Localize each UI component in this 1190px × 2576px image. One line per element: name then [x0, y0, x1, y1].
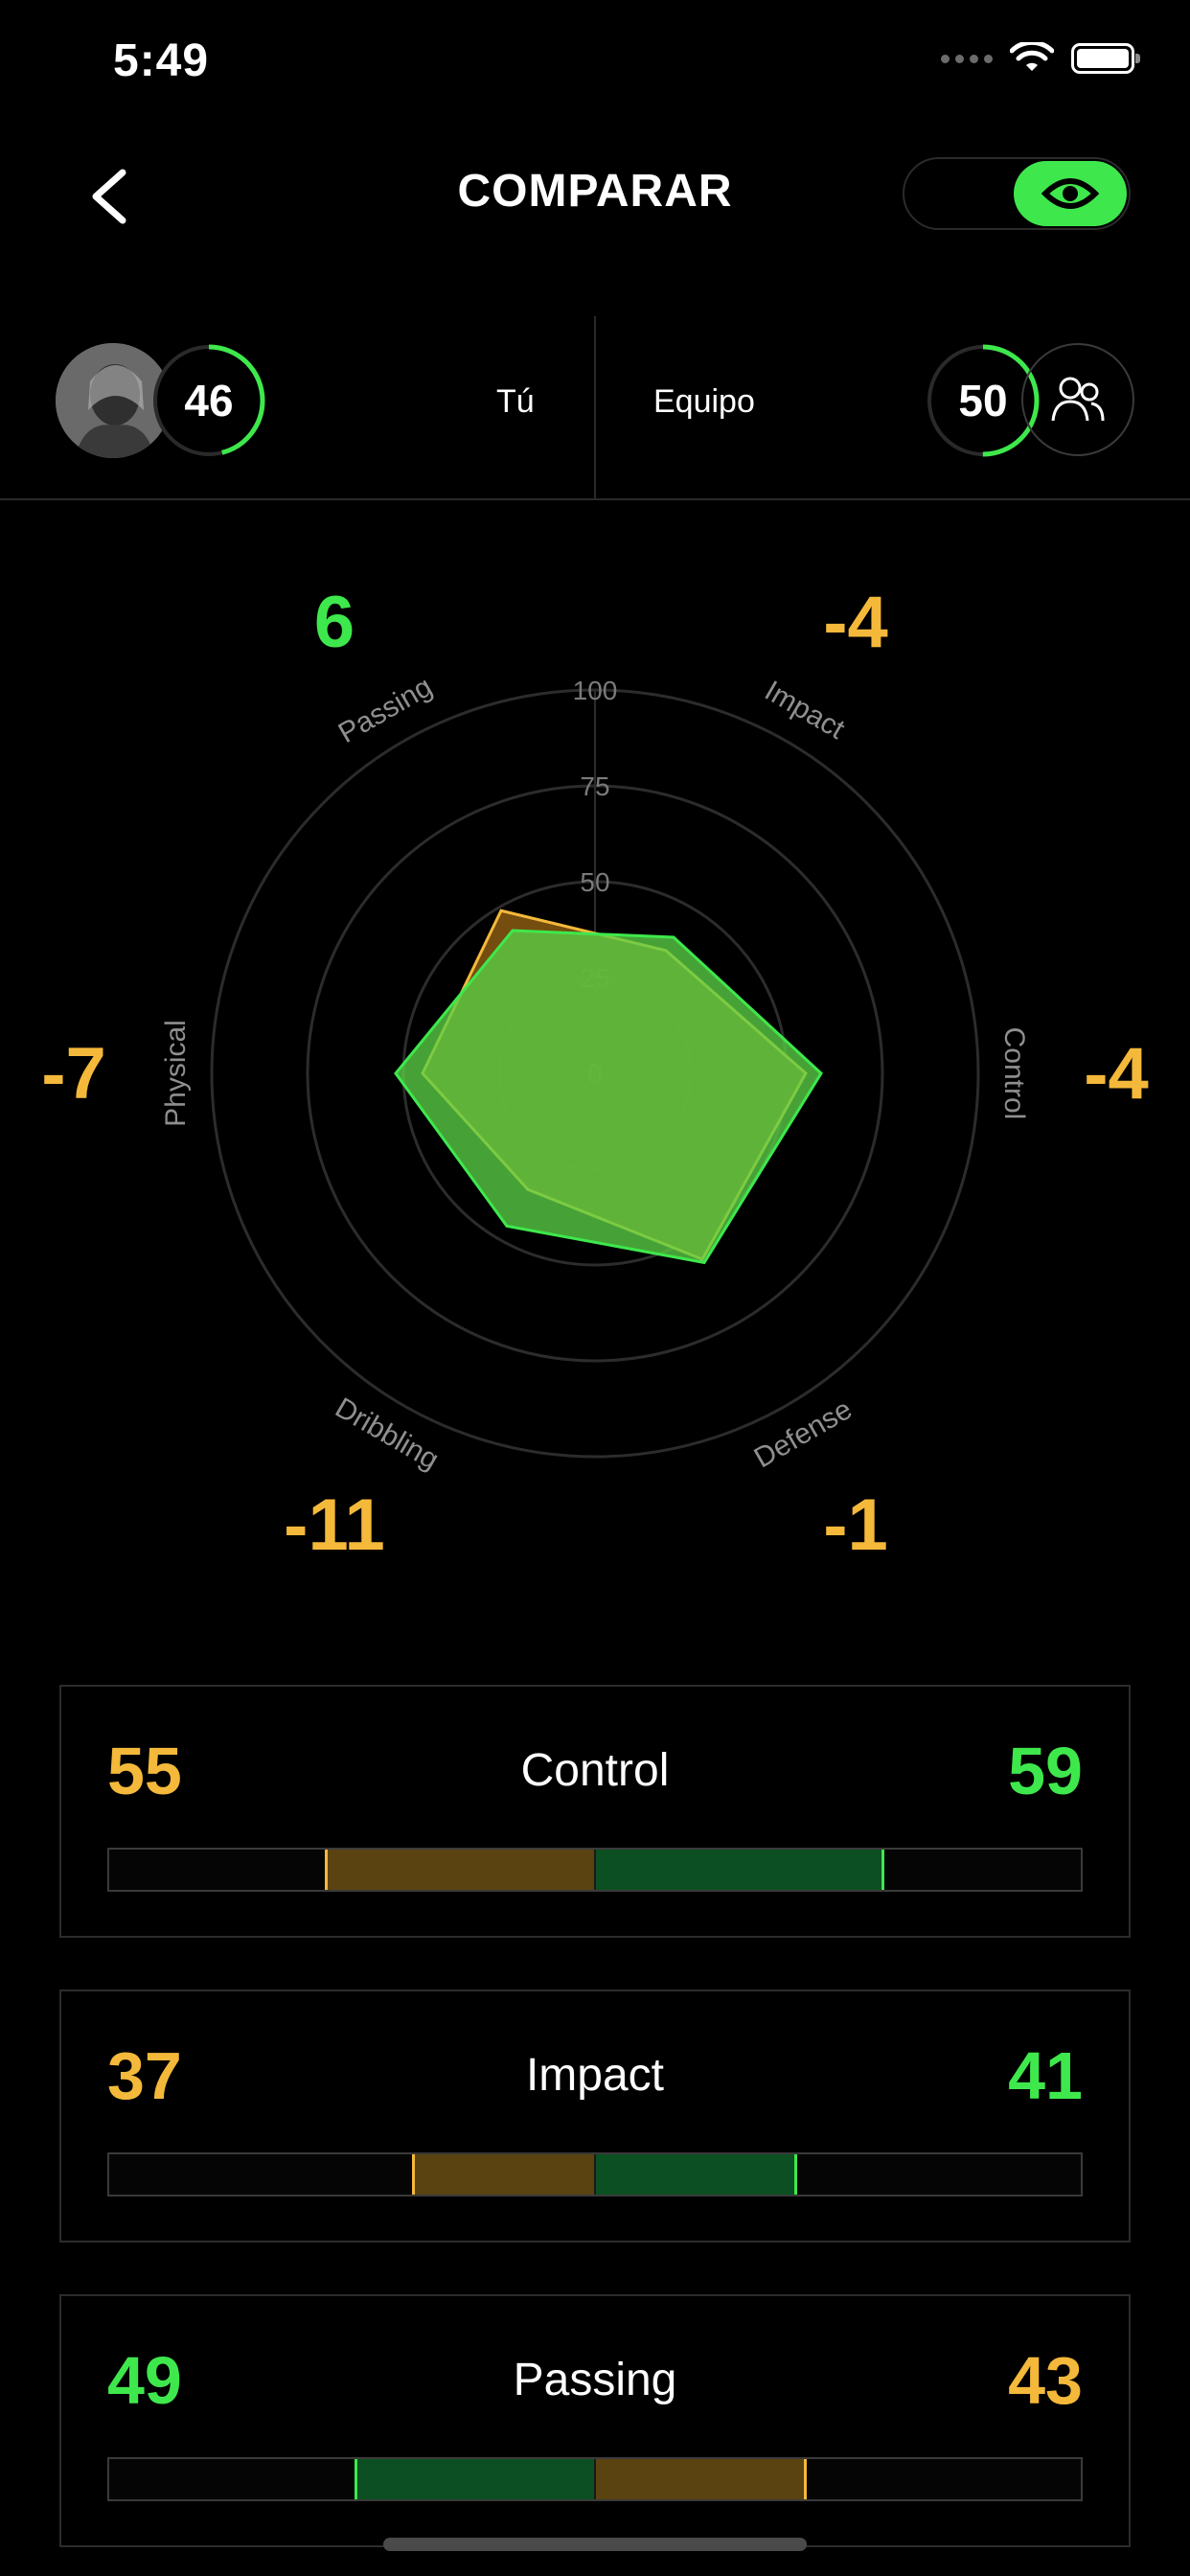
bar-left-segment — [325, 1850, 595, 1890]
battery-icon — [1071, 43, 1140, 74]
bar-left-segment — [412, 2154, 595, 2195]
bar-center-divider — [594, 2154, 596, 2195]
stat-name: Passing — [513, 2355, 677, 2405]
bar-center-divider — [594, 2459, 596, 2499]
bar-right-segment — [595, 2459, 807, 2499]
radar-diff-label: -7 — [41, 1033, 106, 1115]
you-score-ring: 46 — [151, 343, 266, 458]
stat-card[interactable]: 37 Impact 41 — [59, 1990, 1131, 2242]
bar-center-divider — [594, 1850, 596, 1890]
team-icon[interactable] — [1021, 343, 1134, 456]
radar-tick-label: 50 — [580, 867, 609, 897]
users-icon — [1051, 377, 1105, 422]
stat-right-value: 43 — [1008, 2343, 1083, 2418]
radar-diff-label: -1 — [823, 1484, 888, 1566]
status-time: 5:49 — [113, 35, 210, 86]
toggle-knob — [1014, 161, 1127, 226]
radar-axis-label: Passing — [333, 671, 438, 749]
stat-card[interactable]: 49 Passing 43 — [59, 2294, 1131, 2547]
stat-name: Control — [520, 1745, 670, 1796]
you-score: 46 — [184, 376, 234, 426]
radar-axis-label: Control — [998, 1027, 1030, 1120]
divider — [594, 316, 596, 498]
radar-axis-label: Physical — [160, 1020, 192, 1127]
stat-comparison-bar — [107, 1848, 1083, 1892]
signal-icon — [941, 54, 993, 63]
visibility-toggle[interactable] — [903, 157, 1131, 230]
radar-chart: 1007550250 ControlImpactPassingPhysicalD… — [41, 582, 1149, 1566]
team-polygon — [394, 929, 823, 1265]
radar-axis-label: Dribbling — [330, 1392, 444, 1476]
radar-tick-label: 100 — [573, 676, 618, 705]
wifi-icon — [1010, 42, 1054, 71]
you-label: Tú — [496, 383, 535, 420]
status-icons — [941, 42, 1140, 75]
radar-diff-label: -4 — [823, 582, 888, 663]
home-indicator — [383, 2538, 807, 2551]
bar-right-segment — [595, 2154, 797, 2195]
bar-right-segment — [595, 1850, 885, 1890]
stat-comparison-bar — [107, 2152, 1083, 2196]
stat-name: Impact — [525, 2050, 665, 2101]
divider — [0, 498, 1190, 500]
stat-right-value: 59 — [1008, 1734, 1083, 1808]
stat-right-value: 41 — [1008, 2038, 1083, 2113]
radar-tick-label: 75 — [580, 771, 609, 801]
radar-diff-label: 6 — [314, 582, 355, 663]
stat-comparison-bar — [107, 2457, 1083, 2501]
radar-diff-label: -11 — [284, 1484, 385, 1566]
radar-diff-label: -4 — [1084, 1033, 1149, 1115]
stat-card[interactable]: 55 Control 59 — [59, 1685, 1131, 1938]
eye-icon — [1041, 178, 1099, 209]
team-label: Equipo — [653, 383, 755, 420]
radar-axis-label: Defense — [749, 1393, 858, 1474]
bar-left-segment — [354, 2459, 595, 2499]
